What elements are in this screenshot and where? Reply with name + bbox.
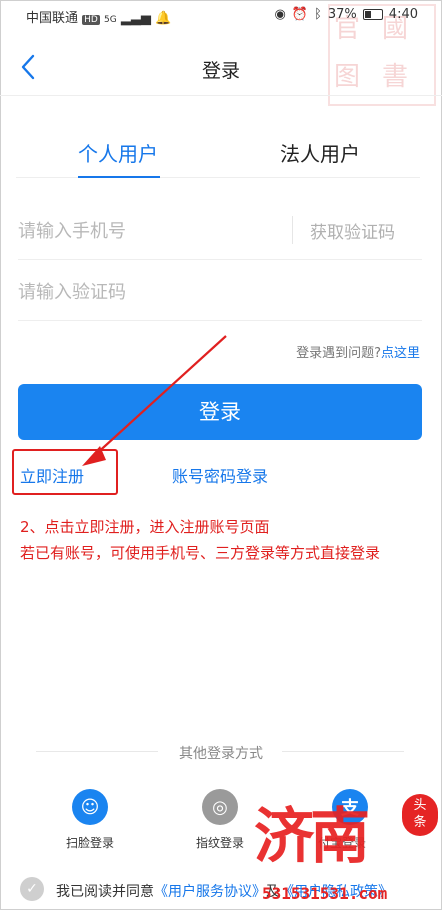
fingerprint-login-button[interactable]: ◎ (202, 789, 238, 825)
annotation-line-2: 若已有账号，可使用手机号、三方登录等方式直接登录 (20, 544, 381, 562)
signal-icon: ▂▃▅ (120, 11, 151, 26)
tab-legal-user[interactable]: 法人用户 (280, 138, 360, 167)
face-login-label: 扫脸登录 (66, 836, 115, 850)
help-text: 登录遇到问题? (296, 346, 381, 361)
network-type: 5G (104, 15, 117, 25)
watermark-domain: 531531531.com (262, 884, 388, 903)
status-bar: 中国联通 HD 5G ▂▃▅ 🔔 ◉ ⏰ ᛒ 37% 4:40 (0, 0, 442, 30)
clock: 4:40 (388, 7, 418, 22)
face-scan-icon: ☺ (80, 796, 100, 818)
other-login-title: 其他登录方式 (179, 746, 263, 762)
code-field (18, 264, 422, 321)
tab-active-indicator (78, 176, 160, 178)
watermark-logo: 济南 (254, 802, 370, 872)
status-right: ◉ ⏰ ᛒ 37% 4:40 (275, 7, 418, 22)
page-title: 登录 (201, 60, 240, 82)
face-login-button[interactable]: ☺ (72, 789, 108, 825)
nav-divider (0, 95, 442, 96)
code-separator (292, 216, 293, 244)
agreement-prefix: 我已阅读并同意 (56, 884, 154, 900)
code-input[interactable] (18, 264, 268, 320)
battery-icon (362, 9, 383, 20)
login-button[interactable]: 登录 (18, 384, 422, 440)
battery-percent: 37% (327, 7, 357, 22)
fingerprint-icon: ◎ (212, 796, 228, 818)
carrier-name: 中国联通 (26, 11, 79, 26)
tab-divider (16, 177, 420, 178)
watermark-badge-text: 头条 (413, 798, 427, 830)
bell-icon: 🔔 (154, 11, 172, 26)
agree-checkbox[interactable]: ✓ (20, 877, 44, 901)
check-icon: ✓ (26, 881, 38, 897)
password-login-link[interactable]: 账号密码登录 (172, 463, 268, 487)
hd-badge: HD (82, 15, 100, 25)
tab-personal-user[interactable]: 个人用户 (78, 138, 158, 167)
register-link[interactable]: 立即注册 (20, 463, 84, 487)
help-link[interactable]: 点这里 (381, 346, 420, 361)
login-help: 登录遇到问题?点这里 (296, 342, 420, 361)
alarm-icon: ⏰ (291, 7, 309, 22)
phone-input[interactable] (18, 203, 268, 259)
fingerprint-login-label: 指纹登录 (196, 836, 245, 850)
get-code-button[interactable]: 获取验证码 (310, 218, 395, 243)
annotation-line-1: 2、点击立即注册，进入注册账号页面 (20, 518, 270, 536)
eye-icon: ◉ (274, 7, 286, 22)
status-carrier: 中国联通 HD 5G ▂▃▅ 🔔 (26, 7, 171, 26)
service-agreement-link[interactable]: 《用户服务协议》 (154, 884, 266, 900)
bluetooth-icon: ᛒ (314, 7, 322, 22)
watermark-badge: 头条 (402, 794, 438, 836)
